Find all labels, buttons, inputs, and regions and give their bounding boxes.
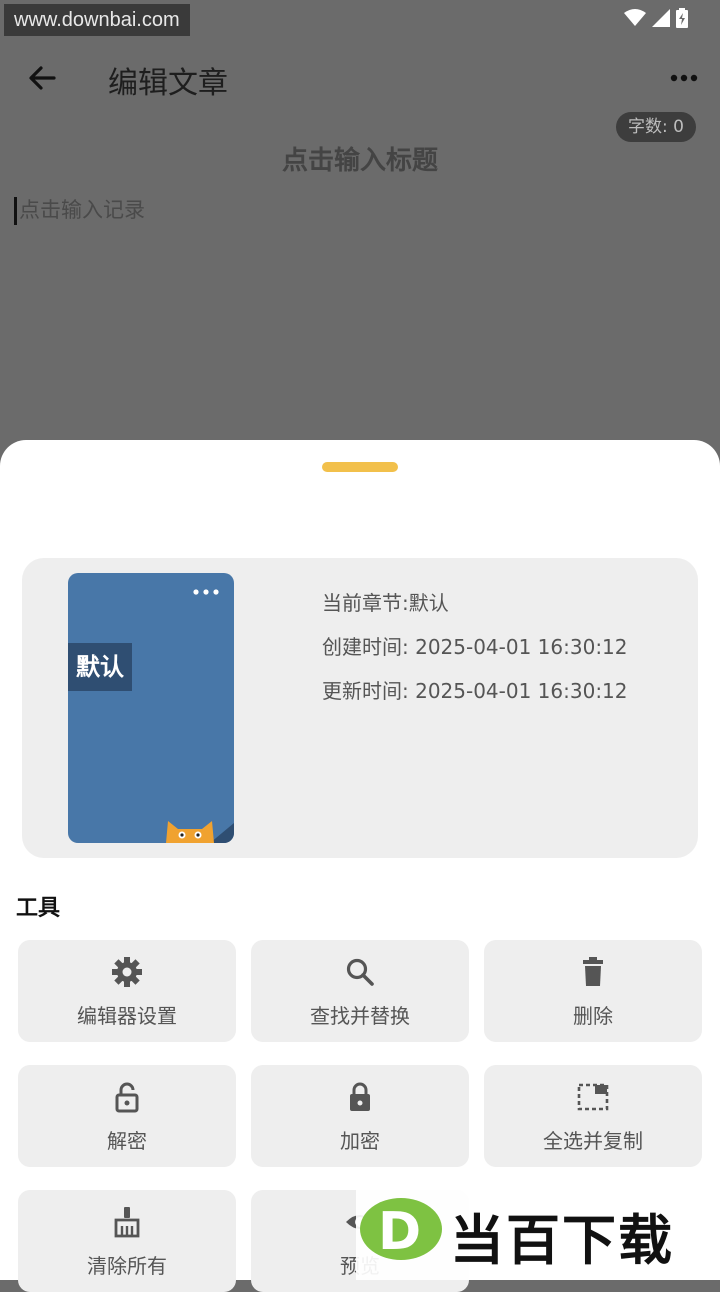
editor-background: www.downbai.com 编辑文章 字数: 0 点击输入标题 点击输入记录 bbox=[0, 0, 720, 460]
signal-icon bbox=[652, 9, 670, 27]
find-replace-button[interactable]: 查找并替换 bbox=[251, 940, 469, 1042]
title-input[interactable]: 点击输入标题 bbox=[0, 140, 720, 177]
gear-icon bbox=[112, 957, 142, 987]
tool-label: 清除所有 bbox=[87, 1254, 167, 1278]
status-bar: www.downbai.com bbox=[0, 0, 720, 36]
select-all-copy-button[interactable]: 全选并复制 bbox=[484, 1065, 702, 1167]
tool-label: 解密 bbox=[107, 1129, 147, 1153]
text-caret bbox=[14, 197, 17, 225]
cat-mascot-icon bbox=[166, 821, 234, 843]
select-all-icon bbox=[577, 1083, 609, 1111]
trash-icon bbox=[583, 957, 603, 986]
watermark-logo-icon: D bbox=[360, 1198, 442, 1262]
watermark-url: www.downbai.com bbox=[4, 4, 190, 36]
tool-label: 查找并替换 bbox=[310, 1004, 410, 1028]
chapter-cover[interactable]: 默认 bbox=[68, 573, 234, 843]
decrypt-button[interactable]: 解密 bbox=[18, 1065, 236, 1167]
created-time: 创建时间: 2025-04-01 16:30:12 bbox=[322, 635, 628, 659]
tool-label: 编辑器设置 bbox=[77, 1004, 177, 1028]
page-title: 编辑文章 bbox=[108, 66, 228, 101]
tool-label: 删除 bbox=[573, 1004, 613, 1028]
drag-handle[interactable] bbox=[322, 462, 398, 472]
watermark-logo-letter: D bbox=[378, 1202, 422, 1262]
chapter-info-card: 默认 当前章节:默认 创建时间: 2025-04-01 16:30:12 更新时… bbox=[22, 558, 698, 858]
tool-label: 全选并复制 bbox=[543, 1129, 643, 1153]
app-bar: 编辑文章 bbox=[0, 46, 720, 110]
cover-more-icon[interactable] bbox=[192, 587, 220, 597]
battery-icon bbox=[676, 8, 688, 28]
cover-label: 默认 bbox=[68, 643, 132, 691]
watermark-text: 当百下载 bbox=[450, 1209, 674, 1272]
bottom-sheet: 默认 当前章节:默认 创建时间: 2025-04-01 16:30:12 更新时… bbox=[0, 440, 720, 1292]
body-input[interactable]: 点击输入记录 bbox=[14, 194, 145, 225]
editor-settings-button[interactable]: 编辑器设置 bbox=[18, 940, 236, 1042]
tools-heading: 工具 bbox=[16, 896, 61, 921]
tool-label: 加密 bbox=[340, 1129, 380, 1153]
current-chapter: 当前章节:默认 bbox=[322, 591, 449, 615]
word-count-badge: 字数: 0 bbox=[616, 112, 696, 142]
more-options-icon[interactable] bbox=[668, 64, 700, 92]
delete-button[interactable]: 删除 bbox=[484, 940, 702, 1042]
body-placeholder: 点击输入记录 bbox=[19, 198, 145, 222]
clear-all-button[interactable]: 清除所有 bbox=[18, 1190, 236, 1292]
broom-icon bbox=[114, 1207, 140, 1238]
back-arrow-icon[interactable] bbox=[24, 60, 60, 96]
encrypt-button[interactable]: 加密 bbox=[251, 1065, 469, 1167]
unlock-icon bbox=[115, 1082, 139, 1113]
wifi-icon bbox=[624, 9, 646, 26]
updated-time: 更新时间: 2025-04-01 16:30:12 bbox=[322, 679, 628, 703]
chapter-meta: 当前章节:默认 创建时间: 2025-04-01 16:30:12 更新时间: … bbox=[322, 588, 628, 720]
status-icons bbox=[624, 8, 688, 28]
lock-icon bbox=[350, 1082, 370, 1111]
watermark-logo: D 当百下载 bbox=[356, 1190, 720, 1280]
search-icon bbox=[346, 958, 374, 986]
